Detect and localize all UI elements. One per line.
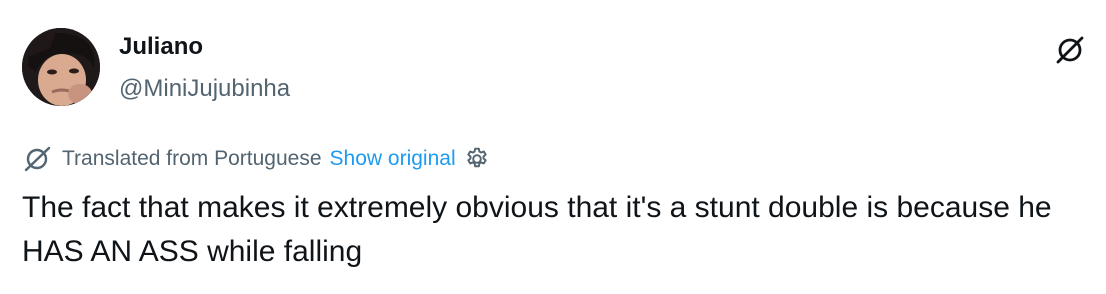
- display-name[interactable]: Juliano: [119, 32, 290, 62]
- grok-button[interactable]: [1050, 30, 1090, 70]
- avatar[interactable]: [22, 28, 100, 106]
- grok-icon: [1056, 36, 1084, 64]
- user-handle[interactable]: @MiniJujubinha: [119, 74, 290, 104]
- avatar-photo: [22, 28, 100, 106]
- tweet-card: Juliano @MiniJujubinha Translated from P…: [0, 0, 1106, 294]
- tweet-text: The fact that makes it extremely obvious…: [22, 191, 1052, 268]
- grok-translate-icon: [24, 146, 51, 172]
- author-info: Juliano @MiniJujubinha: [119, 32, 290, 104]
- show-original-link[interactable]: Show original: [330, 147, 456, 171]
- translation-notice: Translated from Portuguese Show original: [22, 144, 490, 174]
- gear-icon[interactable]: [464, 146, 490, 172]
- translated-from-label: Translated from Portuguese: [62, 147, 322, 170]
